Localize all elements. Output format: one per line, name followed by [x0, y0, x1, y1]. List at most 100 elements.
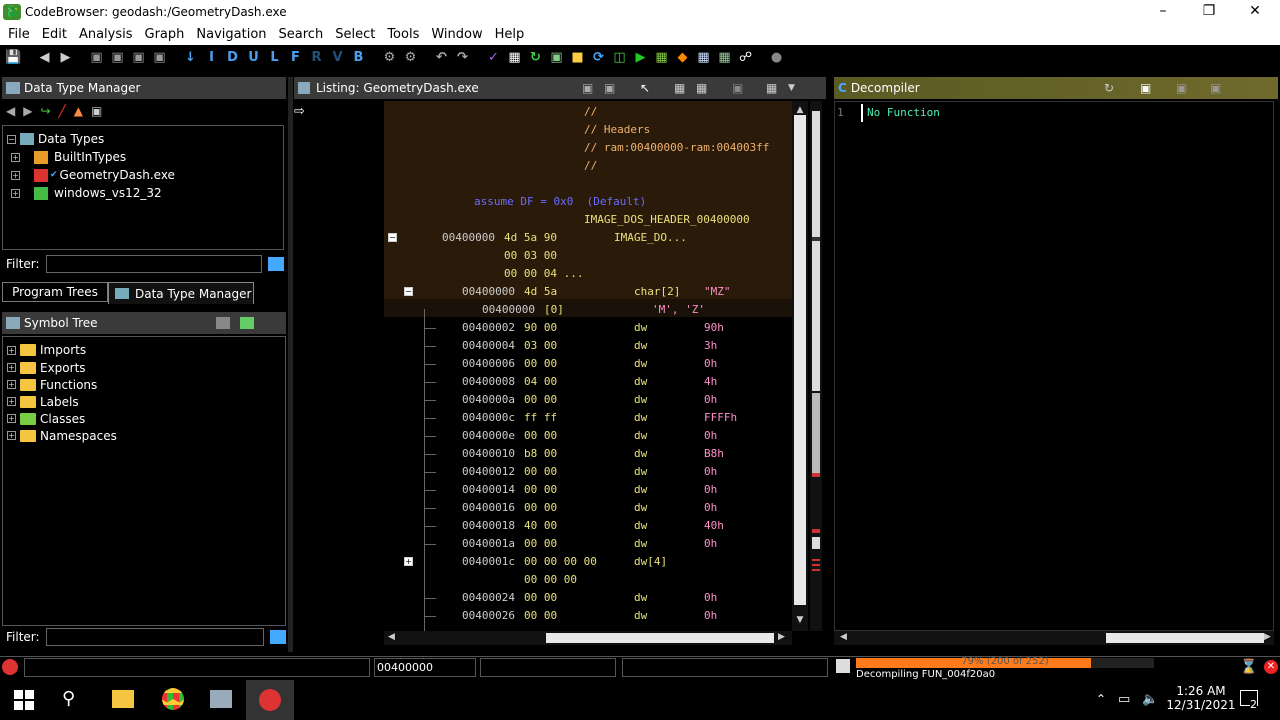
diff-icon[interactable]: ▦ — [696, 81, 707, 95]
scroll-up-icon[interactable]: ▲ — [794, 105, 806, 115]
grid-icon[interactable]: ▦ — [652, 48, 671, 66]
symbol-tree-namespaces[interactable]: + Namespaces — [7, 427, 281, 444]
menu-tools[interactable]: Tools — [381, 27, 425, 42]
scrollbar-thumb[interactable] — [794, 115, 806, 605]
next-value-button[interactable]: V — [328, 48, 347, 66]
collapse-icon[interactable]: − — [7, 134, 16, 144]
table-icon[interactable]: ▦ — [694, 48, 713, 66]
split-divider[interactable] — [288, 77, 293, 652]
forward-icon[interactable]: ▶ — [56, 48, 75, 66]
address[interactable]: 00400010 — [462, 445, 515, 463]
tree-icon[interactable]: ☍ — [736, 48, 755, 66]
tree-arrow-icon[interactable]: ↪ — [40, 104, 50, 118]
nav-icon[interactable]: ▣ — [87, 48, 106, 66]
symbol-tree-exports[interactable]: + Exports — [7, 359, 281, 376]
script-icon[interactable]: ▦ — [505, 48, 524, 66]
next-reference-button[interactable]: R — [307, 48, 326, 66]
collapse-array-icon[interactable]: − — [404, 287, 413, 296]
decompiler-horizontal-scrollbar[interactable]: ◀ ▶ — [834, 631, 1274, 645]
address[interactable]: 00400014 — [462, 481, 515, 499]
close-button[interactable]: ✕ — [1232, 0, 1278, 23]
header-label[interactable]: IMAGE_DOS_HEADER_00400000 — [584, 211, 750, 229]
expand-icon[interactable]: + — [7, 414, 16, 423]
listing-horizontal-scrollbar[interactable]: ◀ ▶ — [384, 631, 792, 645]
collapse-icon[interactable]: ▲ — [74, 104, 83, 118]
filter-options-icon[interactable] — [267, 257, 284, 271]
snapshot-icon[interactable]: ▣ — [1210, 81, 1221, 95]
menu-file[interactable]: File — [2, 27, 36, 42]
expand-icon[interactable]: + — [7, 363, 16, 372]
address[interactable]: 0040000a — [462, 391, 515, 409]
tree-root[interactable]: − Data Types — [7, 130, 279, 148]
filter-icon[interactable]: ╱ — [59, 104, 66, 118]
volume-icon[interactable]: 🔈 — [1142, 692, 1158, 707]
expand-icon[interactable]: + — [7, 431, 16, 440]
menu-analysis[interactable]: Analysis — [73, 27, 139, 42]
export-icon[interactable] — [216, 317, 230, 329]
ghidra-taskbar-button[interactable] — [246, 680, 294, 720]
cycle-icon[interactable]: ⟳ — [589, 48, 608, 66]
menu-navigation[interactable]: Navigation — [190, 27, 272, 42]
expand-icon[interactable]: + — [7, 397, 16, 406]
tab-program-trees[interactable]: Program Trees — [2, 282, 108, 302]
graph-icon[interactable]: ◫ — [610, 48, 629, 66]
back-icon[interactable]: ◀ — [6, 104, 15, 118]
address[interactable]: 00400000 — [482, 301, 535, 319]
next-undefined-button[interactable]: U — [244, 48, 263, 66]
new-namespace-icon[interactable] — [240, 317, 254, 329]
nav-icon-2[interactable]: ▣ — [108, 48, 127, 66]
clock[interactable]: 1:26 AM 12/31/2021 — [1164, 684, 1238, 712]
paste-icon[interactable]: ▣ — [604, 81, 615, 95]
back-icon[interactable]: ◀ — [35, 48, 54, 66]
dropdown-icon[interactable]: ▼ — [788, 83, 795, 93]
refresh-icon[interactable]: ↻ — [526, 48, 545, 66]
address[interactable]: 00400008 — [462, 373, 515, 391]
refresh-icon[interactable]: ↻ — [1104, 81, 1114, 95]
scroll-left-icon[interactable]: ◀ — [840, 632, 847, 642]
diamond-icon[interactable]: ◆ — [673, 48, 692, 66]
help-icon[interactable]: ● — [767, 48, 786, 66]
snapshot-icon[interactable]: ▣ — [732, 81, 743, 95]
tree-item-builtintypes[interactable]: + BuiltInTypes — [7, 148, 279, 166]
address[interactable]: 00400002 — [462, 319, 515, 337]
menu-help[interactable]: Help — [489, 27, 531, 42]
run-icon[interactable]: ▶ — [631, 48, 650, 66]
tree-item-windows[interactable]: + windows_vs12_32 — [7, 184, 279, 202]
menu-window[interactable]: Window — [425, 27, 488, 42]
listing-vertical-scrollbar[interactable]: ▲ ▼ — [792, 101, 808, 631]
chrome-icon[interactable] — [162, 688, 184, 710]
image-icon[interactable]: ▣ — [547, 48, 566, 66]
next-function-button[interactable]: F — [286, 48, 305, 66]
filter-options-icon[interactable] — [269, 630, 286, 644]
redo-icon[interactable]: ↷ — [453, 48, 472, 66]
minimize-button[interactable]: – — [1140, 0, 1186, 23]
cancel-task-icon[interactable]: ✕ — [1264, 660, 1278, 674]
expand-icon[interactable]: + — [11, 152, 20, 162]
nav-icon-4[interactable]: ▣ — [150, 48, 169, 66]
hscroll-thumb[interactable] — [546, 633, 774, 643]
address[interactable]: 00400000 — [462, 283, 515, 301]
overview-strip[interactable] — [810, 101, 822, 631]
scroll-left-icon[interactable]: ◀ — [388, 632, 395, 642]
file-explorer-icon[interactable] — [112, 690, 134, 708]
save-icon[interactable]: 💾 — [4, 48, 23, 66]
menu-graph[interactable]: Graph — [139, 27, 191, 42]
cursor-icon[interactable]: ↖ — [640, 81, 650, 95]
copy-icon[interactable]: ▣ — [582, 81, 593, 95]
menu-edit[interactable]: Edit — [36, 27, 73, 42]
menu-search[interactable]: Search — [273, 27, 330, 42]
scroll-right-icon[interactable]: ▶ — [1264, 632, 1271, 642]
export-icon[interactable]: ▣ — [1176, 81, 1187, 95]
tool-icon[interactable]: ⚙ — [380, 48, 399, 66]
address[interactable]: 00400000 — [442, 229, 495, 247]
symbol-tree-labels[interactable]: + Labels — [7, 393, 281, 410]
address[interactable]: 0040001c — [462, 553, 515, 571]
address[interactable]: 00400018 — [462, 517, 515, 535]
menu-select[interactable]: Select — [329, 27, 381, 42]
next-label-button[interactable]: L — [265, 48, 284, 66]
symbol-tree-classes[interactable]: + Classes — [7, 410, 281, 427]
check-icon[interactable]: ✓ — [484, 48, 503, 66]
folder-icon[interactable]: ■ — [568, 48, 587, 66]
filter-input[interactable] — [45, 628, 264, 646]
scroll-right-icon[interactable]: ▶ — [778, 632, 785, 642]
